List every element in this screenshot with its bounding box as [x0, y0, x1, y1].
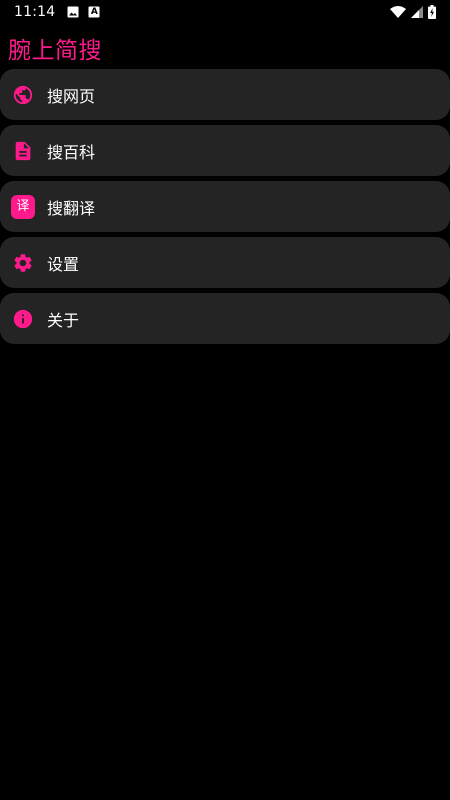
menu-item-label: 搜翻译 — [47, 198, 96, 218]
status-time: 11:14 — [14, 4, 56, 20]
menu-item-search-translate[interactable]: 译 搜翻译 — [0, 181, 450, 232]
menu-item-search-encyclopedia[interactable]: 搜百科 — [0, 125, 450, 176]
menu-list: 搜网页 搜百科 译 搜翻译 设置 关于 — [0, 69, 450, 344]
document-icon — [11, 139, 35, 163]
image-icon — [67, 6, 79, 18]
app-notification-icon: A — [88, 6, 100, 18]
translate-icon: 译 — [11, 194, 35, 219]
menu-item-label: 搜网页 — [47, 86, 96, 106]
menu-item-label: 关于 — [47, 310, 80, 330]
translate-badge: 译 — [11, 194, 35, 219]
info-icon — [11, 307, 35, 331]
globe-icon — [11, 83, 35, 107]
menu-item-label: 搜百科 — [47, 142, 96, 162]
battery-charging-icon — [428, 5, 436, 19]
system-icons — [390, 5, 436, 19]
menu-item-settings[interactable]: 设置 — [0, 237, 450, 288]
signal-icon — [411, 6, 423, 18]
gear-icon — [11, 251, 35, 275]
status-bar: 11:14 A — [0, 0, 450, 24]
menu-item-search-web[interactable]: 搜网页 — [0, 69, 450, 120]
app-title: 腕上简搜 — [8, 38, 102, 64]
menu-item-about[interactable]: 关于 — [0, 293, 450, 344]
menu-item-label: 设置 — [47, 254, 80, 274]
notification-icons: A — [67, 6, 100, 18]
app-notification-letter: A — [90, 7, 98, 17]
wifi-icon — [390, 6, 406, 18]
